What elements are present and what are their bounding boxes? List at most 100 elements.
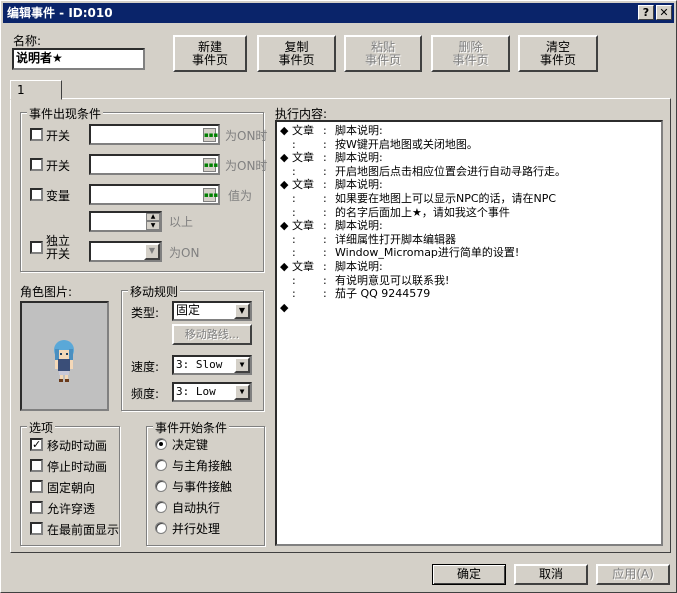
speed-label: 速度: [131, 360, 160, 374]
command-name: 文章 [292, 178, 314, 192]
apply-button[interactable]: 应用(A) [596, 564, 670, 585]
trigger-label: 与事件接触 [172, 480, 233, 494]
spin-up-icon[interactable]: ▲ [146, 213, 160, 221]
command-separator: : [323, 259, 327, 273]
switch1-checkbox[interactable] [30, 128, 43, 141]
command-name: 文章 [292, 259, 314, 273]
option-label: 固定朝向 [47, 481, 96, 495]
trigger-radio[interactable] [155, 522, 167, 534]
chevron-down-icon[interactable]: ▼ [144, 243, 160, 260]
move-route-button[interactable]: 移动路线... [172, 324, 252, 345]
switch1-label: 开关 [46, 129, 71, 143]
execution-line[interactable]: ◆ 文章: 脚本说明: [279, 151, 659, 165]
clear-page-button[interactable]: 清空 事件页 [518, 35, 598, 72]
option-checkbox[interactable]: ✓ [30, 438, 43, 451]
switch2-checkbox[interactable] [30, 158, 43, 171]
command-text: 的名字后面加上★，请如我这个事件 [335, 205, 510, 219]
chevron-down-icon[interactable]: ▼ [234, 303, 250, 319]
movement-title: 移动规则 [128, 283, 181, 300]
option-checkbox[interactable] [30, 501, 43, 514]
self-switch-checkbox[interactable] [30, 241, 43, 254]
switch2-field: ▪▪▪ [89, 154, 220, 175]
execution-line[interactable]: :: 详细属性打开脚本编辑器 [279, 233, 659, 247]
name-label: 名称: [13, 34, 42, 48]
copy-page-button[interactable]: 复制 事件页 [257, 35, 336, 72]
line-marker: : [292, 232, 296, 246]
chevron-down-icon[interactable]: ▼ [234, 357, 250, 373]
trigger-radio[interactable] [155, 501, 167, 513]
command-separator: : [323, 287, 327, 301]
execution-line[interactable]: ◆ 文章: 脚本说明: [279, 219, 659, 233]
close-button[interactable]: ✕ [656, 5, 672, 20]
switch2-suffix: 为ON时 [225, 159, 268, 173]
command-name: 文章 [292, 219, 314, 233]
command-separator: : [323, 273, 327, 287]
switch2-select-icon: ▪▪▪ [203, 158, 218, 172]
execution-line[interactable]: ◆ 文章: 脚本说明: [279, 178, 659, 192]
command-separator: : [323, 151, 327, 165]
command-separator: : [323, 191, 327, 205]
paste-page-button[interactable]: 粘贴 事件页 [344, 35, 422, 72]
variable-suffix: 值为 [228, 189, 253, 203]
variable-checkbox[interactable] [30, 188, 43, 201]
line-marker: ◆ [280, 178, 289, 192]
new-page-button[interactable]: 新建 事件页 [173, 35, 247, 72]
trigger-label: 并行处理 [172, 522, 221, 536]
self-switch-label: 独立 开关 [46, 234, 71, 261]
command-text: 有说明意见可以联系我! [335, 273, 450, 287]
line-marker: : [292, 205, 296, 219]
execution-line[interactable]: :: 有说明意见可以联系我! [279, 274, 659, 288]
command-text: 脚本说明: [335, 259, 383, 273]
options-title: 选项 [27, 419, 56, 436]
variable-value-spinner[interactable]: ▲ ▼ [89, 211, 162, 232]
tab-page-1[interactable]: 1 [10, 80, 62, 100]
delete-page-button[interactable]: 删除 事件页 [431, 35, 510, 72]
help-button[interactable]: ? [638, 5, 654, 20]
execution-line[interactable]: :: 按W键开启地图或关闭地图。 [279, 138, 659, 152]
ok-button[interactable]: 确定 [432, 564, 506, 585]
switch1-select-icon: ▪▪▪ [203, 128, 218, 142]
execution-line[interactable]: :: 如果要在地图上可以显示NPC的话，请在NPC [279, 192, 659, 206]
command-text: 脚本说明: [335, 219, 383, 233]
execution-line[interactable]: ◆ 文章: 脚本说明: [279, 124, 659, 138]
graphic-label: 角色图片: [20, 285, 73, 299]
execution-line[interactable]: :: 茄子 QQ 9244579 [279, 287, 659, 301]
command-name: 文章 [292, 151, 314, 165]
character-graphic[interactable] [20, 301, 109, 411]
trigger-radio[interactable] [155, 480, 167, 492]
line-marker: ◆ [280, 300, 289, 314]
line-marker: ◆ [280, 124, 289, 137]
move-type-select[interactable]: 固定 ▼ [172, 301, 252, 321]
chevron-down-icon[interactable]: ▼ [234, 384, 250, 400]
cancel-button[interactable]: 取消 [514, 564, 588, 585]
command-text: 详细属性打开脚本编辑器 [335, 232, 456, 246]
execution-list[interactable]: ◆ 文章: 脚本说明::: 按W键开启地图或关闭地图。 ◆ 文章: 脚本说明::: 开启地图后… [275, 120, 663, 546]
command-separator: : [323, 219, 327, 233]
command-separator: : [323, 205, 327, 219]
execution-line[interactable]: :: Window_Micromap进行简单的设置! [279, 246, 659, 260]
command-separator: : [323, 178, 327, 192]
execution-line[interactable]: ◆ [279, 301, 659, 315]
line-marker: : [292, 191, 296, 205]
frequency-select[interactable]: 3: Low ▼ [172, 382, 252, 402]
trigger-label: 与主角接触 [172, 459, 233, 473]
line-marker: : [292, 273, 296, 287]
command-text: 脚本说明: [335, 124, 383, 137]
execution-line[interactable]: ◆ 文章: 脚本说明: [279, 260, 659, 274]
execution-line[interactable]: :: 开启地图后点击相应位置会进行自动寻路行走。 [279, 165, 659, 179]
switch1-field: ▪▪▪ [89, 124, 220, 145]
execution-line[interactable]: :: 的名字后面加上★，请如我这个事件 [279, 206, 659, 220]
command-text: Window_Micromap进行简单的设置! [335, 246, 520, 260]
title-bar: 编辑事件 - ID:010 [3, 3, 674, 23]
self-switch-select[interactable]: ▼ [89, 241, 162, 262]
command-separator: : [323, 124, 327, 137]
option-checkbox[interactable] [30, 480, 43, 493]
trigger-radio[interactable] [155, 459, 167, 471]
event-name-input[interactable]: 说明者★ [12, 48, 145, 70]
trigger-radio[interactable] [155, 438, 167, 450]
command-text: 脚本说明: [335, 178, 383, 192]
option-checkbox[interactable] [30, 522, 43, 535]
spin-down-icon[interactable]: ▼ [146, 221, 160, 230]
option-checkbox[interactable] [30, 459, 43, 472]
speed-select[interactable]: 3: Slow ▼ [172, 355, 252, 375]
